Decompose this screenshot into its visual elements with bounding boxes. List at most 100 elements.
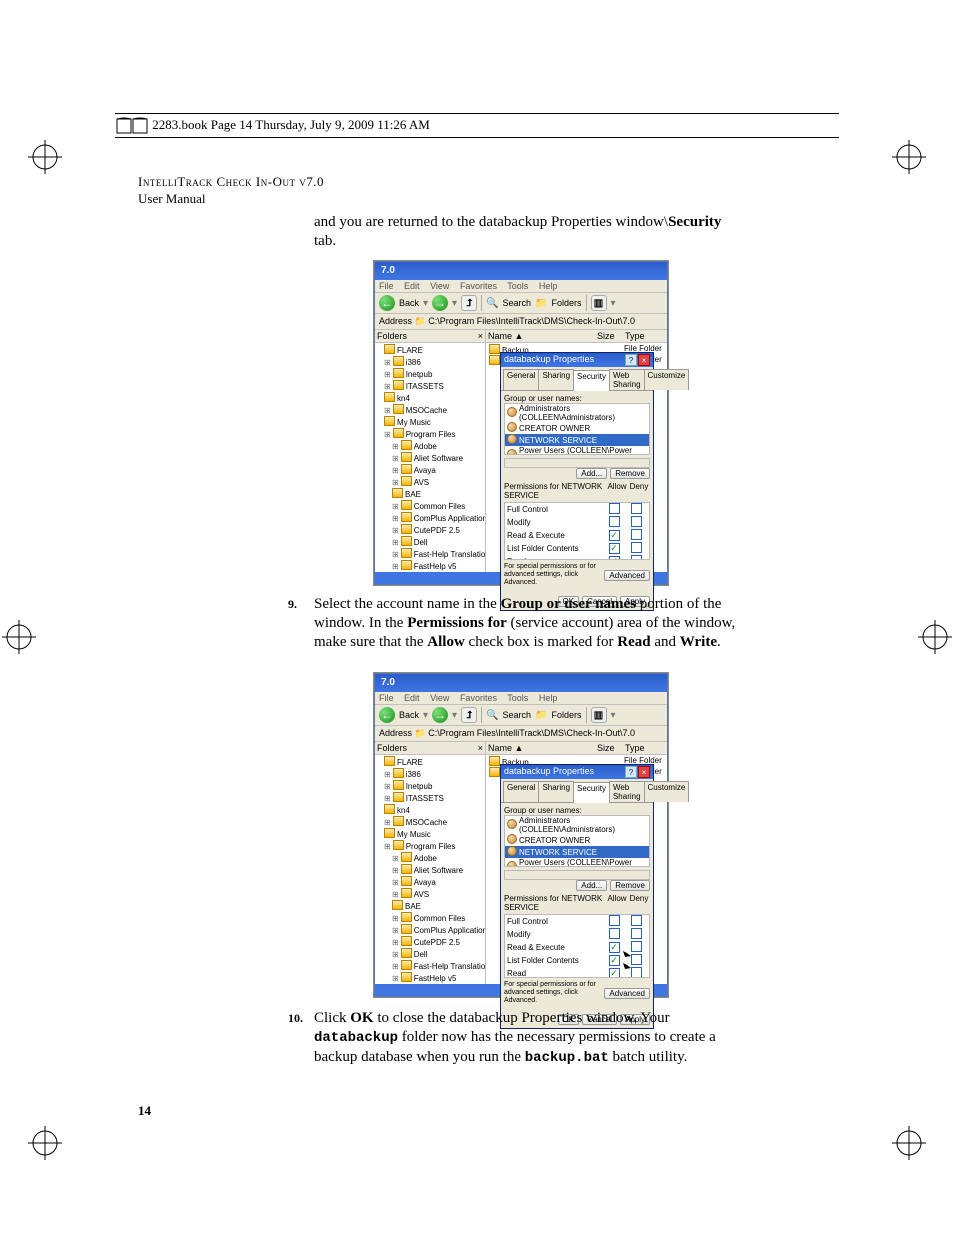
deny-checkbox[interactable] [631,954,642,965]
tree-node[interactable]: CutePDF 2.5 [376,936,484,948]
tree-node[interactable]: Adobe [376,852,484,864]
forward-icon[interactable]: → [432,707,448,723]
allow-checkbox[interactable] [609,915,620,926]
tree-node[interactable]: Program Files [376,840,484,852]
back-button[interactable]: Back [399,298,419,308]
column-type[interactable]: Type [625,743,665,753]
tab-websharing[interactable]: Web Sharing [609,369,645,390]
allow-checkbox[interactable] [609,942,620,953]
tree-node[interactable]: AVS [376,476,484,488]
folders-button[interactable]: Folders [552,298,582,308]
menu-item[interactable]: View [430,281,449,291]
tree-node[interactable]: kn4 [376,392,484,404]
tree-node[interactable]: kn4 [376,804,484,816]
search-button[interactable]: Search [503,298,532,308]
menu-item[interactable]: Help [539,281,558,291]
tab-general[interactable]: General [503,369,539,390]
menu-item[interactable]: Favorites [460,281,497,291]
allow-checkbox[interactable] [609,968,620,978]
tab-sharing[interactable]: Sharing [538,781,574,802]
back-icon[interactable]: ← [379,295,395,311]
column-size[interactable]: Size [597,743,625,753]
deny-checkbox[interactable] [631,542,642,553]
tab-general[interactable]: General [503,781,539,802]
tree-node[interactable]: BAE [376,900,484,912]
tree-node[interactable]: Program Files [376,428,484,440]
close-icon[interactable]: × [638,766,650,778]
views-icon[interactable]: ▥ [591,707,607,723]
column-type[interactable]: Type [625,331,665,341]
menu-item[interactable]: File [379,693,394,703]
tab-customize[interactable]: Customize [644,781,690,802]
back-icon[interactable]: ← [379,707,395,723]
allow-checkbox[interactable] [609,543,620,554]
allow-checkbox[interactable] [609,516,620,527]
menu-item[interactable]: File [379,281,394,291]
add-button[interactable]: Add... [576,880,607,891]
tree-node[interactable]: Dell [376,948,484,960]
allow-checkbox[interactable] [609,928,620,939]
address-path[interactable]: C:\Program Files\IntelliTrack\DMS\Check-… [428,316,635,326]
tree-node[interactable]: Fast-Help Translation Assistant [376,960,484,972]
folders-icon[interactable]: 📁 [535,298,547,309]
folders-icon[interactable]: 📁 [535,710,547,721]
menu-item[interactable]: Edit [404,693,420,703]
tab-security[interactable]: Security [573,370,610,391]
tree-node[interactable]: FastHelp v5 [376,560,484,572]
deny-checkbox[interactable] [631,967,642,978]
search-icon[interactable]: 🔍 [486,298,498,309]
tab-websharing[interactable]: Web Sharing [609,781,645,802]
folders-button[interactable]: Folders [552,710,582,720]
deny-checkbox[interactable] [631,941,642,952]
help-icon[interactable]: ? [625,354,637,366]
address-path[interactable]: C:\Program Files\IntelliTrack\DMS\Check-… [428,728,635,738]
tree-node[interactable]: My Music [376,828,484,840]
tree-node[interactable]: Inetpub [376,780,484,792]
tree-node[interactable]: Aliet Software [376,864,484,876]
tree-node[interactable]: Dell [376,536,484,548]
close-icon[interactable]: × [478,743,483,753]
advanced-button[interactable]: Advanced [604,570,650,581]
tree-node[interactable]: BAE [376,488,484,500]
tree-node[interactable]: FLARE [376,756,484,768]
column-name[interactable]: Name ▲ [488,331,597,341]
tab-security[interactable]: Security [573,782,610,803]
menu-item[interactable]: Tools [507,281,528,291]
back-button[interactable]: Back [399,710,419,720]
tree-node[interactable]: MSOCache [376,404,484,416]
tree-node[interactable]: Inetpub [376,368,484,380]
views-icon[interactable]: ▥ [591,295,607,311]
help-icon[interactable]: ? [625,766,637,778]
tree-node[interactable]: Adobe [376,440,484,452]
column-size[interactable]: Size [597,331,625,341]
column-name[interactable]: Name ▲ [488,743,597,753]
deny-checkbox[interactable] [631,516,642,527]
tree-node[interactable]: i386 [376,768,484,780]
scrollbar[interactable] [504,458,650,468]
deny-checkbox[interactable] [631,915,642,926]
up-icon[interactable]: ⮥ [461,295,477,311]
deny-checkbox[interactable] [631,555,642,560]
scrollbar[interactable] [504,870,650,880]
menu-item[interactable]: Tools [507,693,528,703]
tree-node[interactable]: ComPlus Applications [376,512,484,524]
tree-node[interactable]: ITASSETS [376,792,484,804]
allow-checkbox[interactable] [609,503,620,514]
forward-icon[interactable]: → [432,295,448,311]
deny-checkbox[interactable] [631,503,642,514]
tree-node[interactable]: Avaya [376,464,484,476]
tab-customize[interactable]: Customize [644,369,690,390]
tree-node[interactable]: My Music [376,416,484,428]
allow-checkbox[interactable] [609,556,620,560]
tree-node[interactable]: Avaya [376,876,484,888]
permissions-list[interactable]: Full ControlModifyRead & ExecuteList Fol… [504,914,650,978]
tree-node[interactable]: CutePDF 2.5 [376,524,484,536]
allow-checkbox[interactable] [609,530,620,541]
tree-node[interactable]: ITASSETS [376,380,484,392]
tree-node[interactable]: Aliet Software [376,452,484,464]
remove-button[interactable]: Remove [610,880,650,891]
tree-node[interactable]: Fast-Help Translation Assistant [376,548,484,560]
tree-node[interactable]: AVS [376,888,484,900]
deny-checkbox[interactable] [631,529,642,540]
close-icon[interactable]: × [638,354,650,366]
